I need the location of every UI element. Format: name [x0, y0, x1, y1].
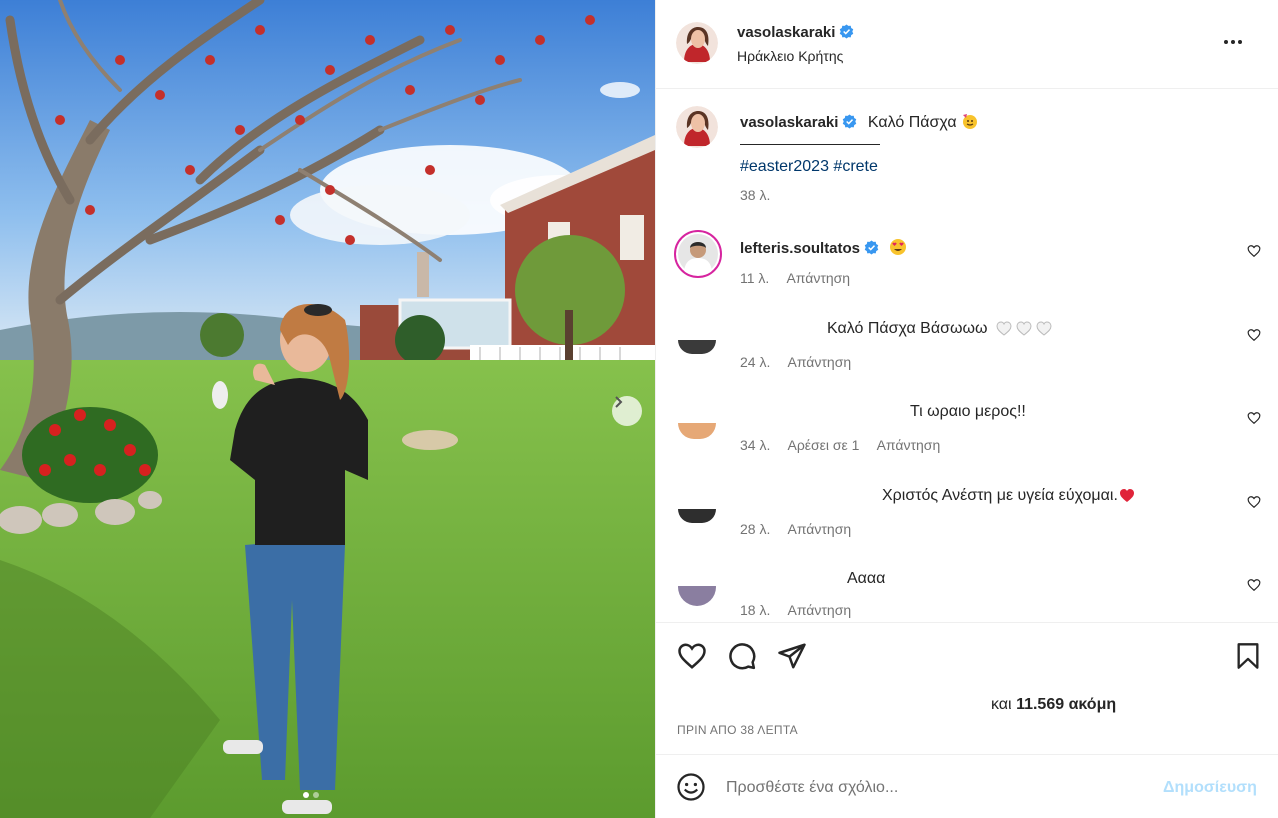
reply-button[interactable]: Απάντηση — [786, 270, 850, 286]
like-heart-icon[interactable] — [677, 641, 707, 671]
caption-meta: 38 λ. — [740, 187, 784, 203]
comment-item: lefteris.soultatos 11 λ. Απάντηση — [656, 228, 1278, 308]
comment-time[interactable]: 18 λ. — [740, 602, 770, 618]
comment-body: Αααα — [847, 570, 886, 587]
comment-text: Τι ωραιο μερος!! — [910, 403, 1026, 421]
comment-body: Χριστός Ανέστη με υγεία εύχομαι. — [882, 487, 1118, 504]
header-user[interactable]: vasolaskaraki — [737, 24, 854, 44]
reply-button[interactable]: Απάντηση — [787, 521, 851, 537]
comment-input[interactable] — [726, 775, 1126, 801]
post-details-panel: vasolaskaraki Ηράκλειο Κρήτης vasolaskar… — [655, 0, 1278, 818]
comment-bubble-icon[interactable] — [727, 641, 757, 671]
save-bookmark-icon[interactable] — [1234, 641, 1262, 671]
like-comment-heart-icon[interactable] — [1247, 244, 1261, 258]
comment-text: lefteris.soultatos — [740, 238, 907, 261]
caption-time[interactable]: 38 λ. — [740, 187, 770, 203]
comment-text: Χριστός Ανέστη με υγεία εύχομαι. — [882, 487, 1136, 508]
comment-time[interactable]: 24 λ. — [740, 354, 770, 370]
avatar-story-ring[interactable] — [674, 230, 722, 278]
profile-photo — [676, 106, 718, 148]
post-comment-button[interactable]: Δημοσίευση — [1163, 779, 1257, 797]
username[interactable]: vasolaskaraki — [737, 24, 835, 41]
red-heart-icon — [1118, 487, 1136, 508]
comment-meta: 28 λ. Απάντηση — [740, 521, 865, 537]
profile-photo — [678, 234, 718, 274]
profile-photo — [678, 509, 716, 523]
comment-text: Αααα — [847, 570, 885, 588]
verified-badge-icon — [864, 240, 879, 260]
share-paper-plane-icon[interactable] — [777, 641, 807, 671]
like-comment-heart-icon[interactable] — [1247, 411, 1261, 425]
avatar[interactable] — [678, 509, 716, 523]
post-header: vasolaskaraki Ηράκλειο Κρήτης — [656, 0, 1278, 89]
caption-text: vasolaskaraki Καλό Πάσχα — [740, 112, 979, 135]
comment-meta: 34 λ. Αρέσει σε 1 Απάντηση — [740, 437, 954, 453]
comment-item: Αααα 18 λ. Απάντηση — [656, 562, 1278, 622]
comment-username[interactable]: lefteris.soultatos — [740, 240, 860, 257]
profile-photo — [678, 423, 716, 439]
reply-button[interactable]: Απάντηση — [877, 437, 941, 453]
photo-illustration — [0, 0, 655, 818]
profile-photo — [678, 340, 716, 354]
likes-summary[interactable]: και 11.569 ακόμη — [991, 696, 1116, 714]
comments-list[interactable]: vasolaskaraki Καλό Πάσχα #easter2023 #cr… — [656, 90, 1278, 622]
comment-body: Καλό Πάσχα Βάσωωω — [827, 320, 988, 337]
comment-item: Τι ωραιο μερος!! 34 λ. Αρέσει σε 1 Απάντ… — [656, 395, 1278, 475]
hashtags: #easter2023 #crete — [740, 158, 878, 176]
comment-likes-count[interactable]: Αρέσει σε 1 — [787, 437, 859, 453]
profile-photo — [676, 22, 718, 64]
next-image-button[interactable] — [612, 396, 642, 426]
like-comment-heart-icon[interactable] — [1247, 495, 1261, 509]
comment-meta: 11 λ. Απάντηση — [740, 270, 864, 286]
likes-count[interactable]: 11.569 ακόμη — [1016, 696, 1116, 713]
avatar[interactable] — [678, 423, 716, 439]
chevron-right-icon — [615, 396, 623, 408]
comment-composer: Δημοσίευση — [656, 754, 1278, 818]
comment-time[interactable]: 11 λ. — [740, 270, 769, 286]
party-face-icon — [961, 112, 979, 135]
like-comment-heart-icon[interactable] — [1247, 328, 1261, 342]
comment-body: Τι ωραιο μερος!! — [910, 403, 1026, 420]
avatar[interactable] — [678, 568, 716, 606]
location-link[interactable]: Ηράκλειο Κρήτης — [737, 48, 843, 64]
verified-badge-icon — [842, 114, 857, 134]
emoji-picker-icon[interactable] — [676, 772, 706, 802]
hashtag-crete[interactable]: #crete — [833, 158, 877, 175]
carousel-indicator — [303, 792, 319, 798]
verified-badge-icon — [839, 24, 854, 44]
caption: vasolaskaraki Καλό Πάσχα #easter2023 #cr… — [656, 90, 1278, 220]
likes-prefix: και — [991, 696, 1012, 713]
username[interactable]: vasolaskaraki — [740, 114, 838, 131]
reply-button[interactable]: Απάντηση — [787, 354, 851, 370]
carousel-dot — [313, 792, 319, 798]
comment-time[interactable]: 28 λ. — [740, 521, 770, 537]
dot-icon — [1231, 40, 1235, 44]
dot-icon — [1224, 40, 1228, 44]
caption-body: Καλό Πάσχα — [867, 114, 957, 131]
comment-text: Καλό Πάσχα Βάσωωω — [827, 320, 1052, 341]
heart-eyes-icon — [889, 238, 907, 261]
comment-item: Καλό Πάσχα Βάσωωω 24 λ. Απάντηση — [656, 312, 1278, 392]
more-options-button[interactable] — [1222, 34, 1244, 50]
comment-meta: 18 λ. Απάντηση — [740, 602, 865, 618]
post-photo[interactable] — [0, 0, 655, 818]
avatar[interactable] — [676, 106, 718, 148]
comment-meta: 24 λ. Απάντηση — [740, 354, 865, 370]
like-comment-heart-icon[interactable] — [1247, 578, 1261, 592]
caption-divider — [740, 144, 880, 145]
carousel-dot — [303, 792, 309, 798]
profile-photo — [678, 568, 716, 606]
dot-icon — [1238, 40, 1242, 44]
reply-button[interactable]: Απάντηση — [787, 602, 851, 618]
white-heart-icon — [996, 320, 1052, 341]
hashtag-easter2023[interactable]: #easter2023 — [740, 158, 829, 175]
comment-item: Χριστός Ανέστη με υγεία εύχομαι. 28 λ. Α… — [656, 479, 1278, 559]
avatar[interactable] — [676, 22, 718, 64]
post-timestamp[interactable]: ΠΡΙΝ ΑΠΟ 38 ΛΕΠΤΑ — [677, 723, 798, 737]
comment-time[interactable]: 34 λ. — [740, 437, 770, 453]
avatar[interactable] — [678, 340, 716, 354]
